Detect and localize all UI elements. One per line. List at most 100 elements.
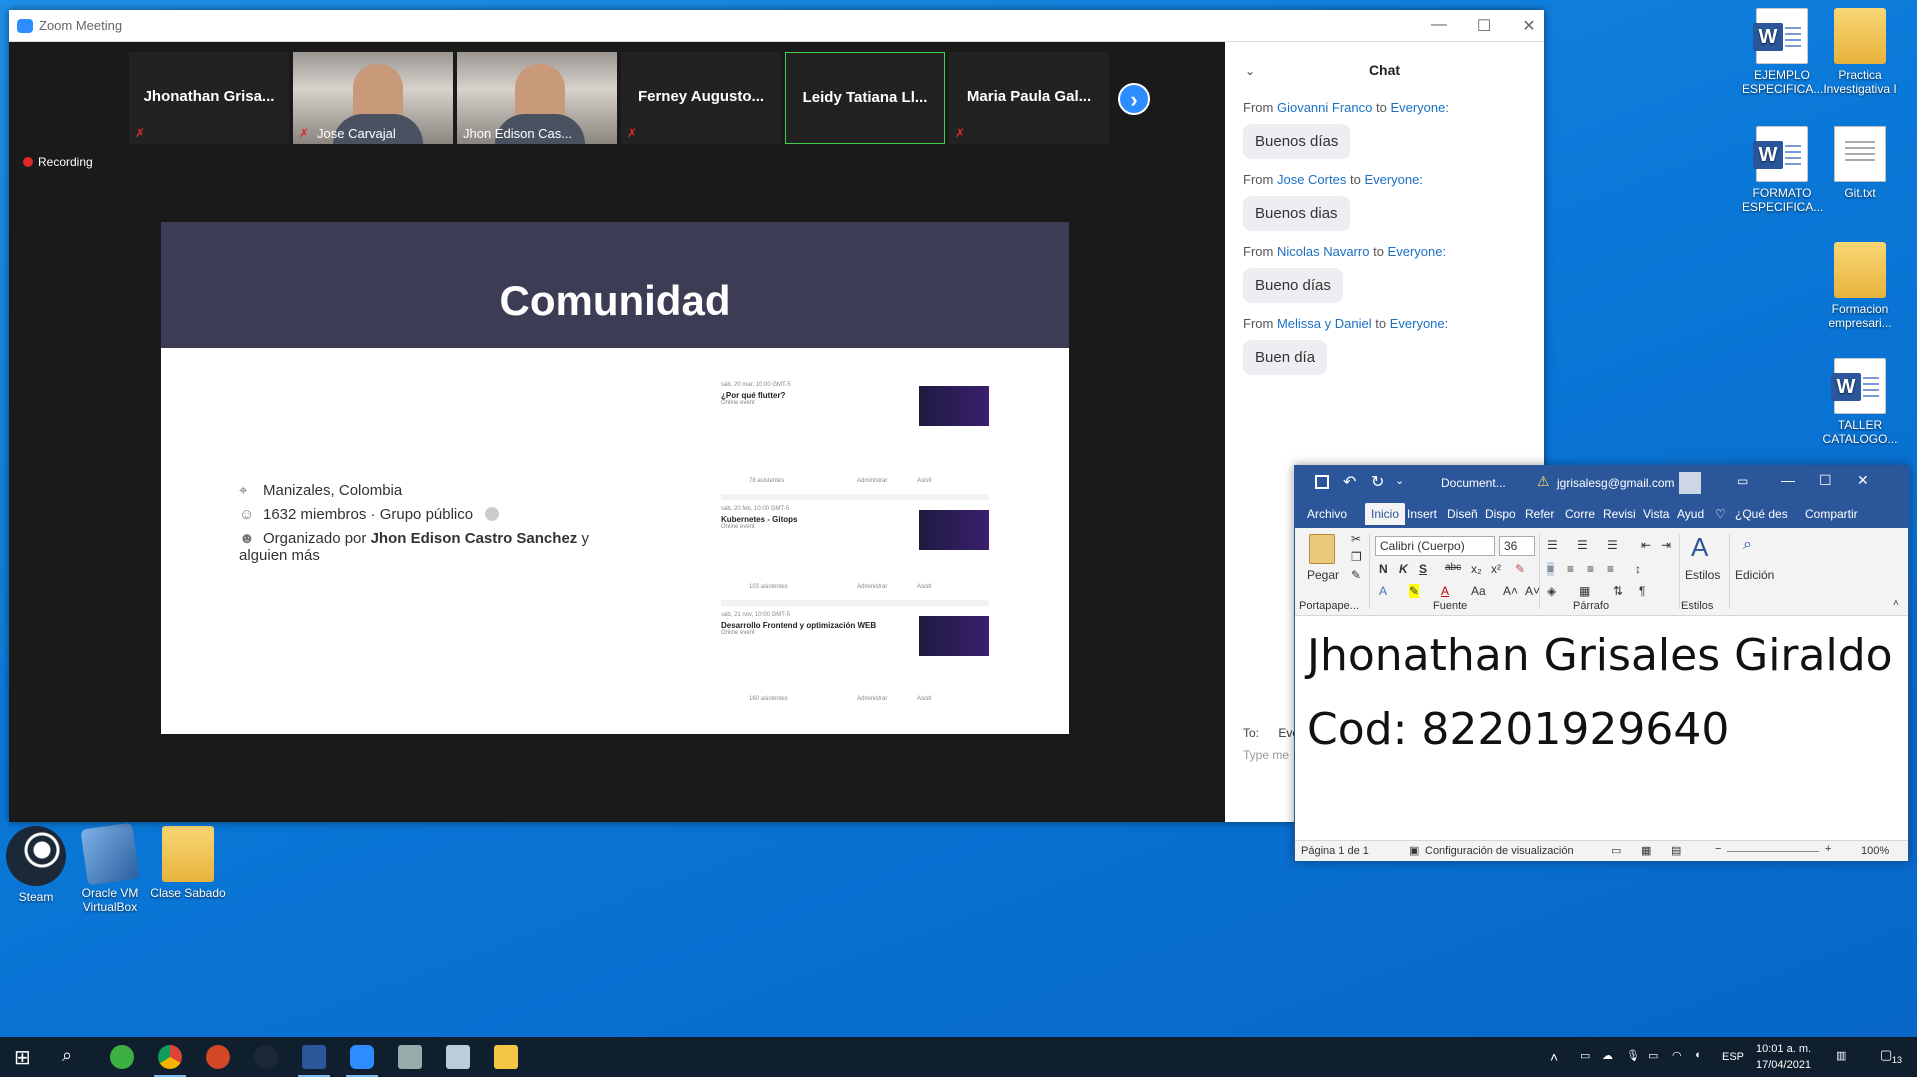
styles-icon[interactable]: A [1691,532,1708,563]
desktop-icon-steam[interactable]: Steam [0,826,76,904]
tab-vista[interactable]: Vista [1643,507,1669,521]
microphone-icon[interactable]: 🎙 [1626,1049,1640,1062]
align-center-icon[interactable]: ≡ [1567,562,1574,576]
bold-button[interactable]: N [1379,562,1388,576]
recipient-name[interactable]: Everyone: [1390,316,1449,331]
align-left-icon[interactable]: ≡ [1547,562,1555,576]
font-color-icon[interactable]: A [1441,584,1449,598]
strikethrough-button[interactable]: abc [1445,562,1461,573]
network-icon[interactable]: ▭ [1580,1049,1590,1062]
sender-name[interactable]: Melissa y Daniel [1277,316,1372,331]
sender-name[interactable]: Jose Cortes [1277,172,1346,187]
customize-qat-icon[interactable]: ⌄ [1395,474,1404,487]
show-hidden-icons[interactable]: ˄ [1550,1049,1558,1065]
tab-insertar[interactable]: Insert [1407,507,1437,521]
font-size-select[interactable]: 36 [1499,536,1535,556]
close-icon[interactable]: ✕ [1857,472,1869,489]
save-icon[interactable] [1315,475,1329,489]
borders-icon[interactable]: ▦ [1579,584,1590,598]
shrink-font-icon[interactable]: A˅ [1525,584,1540,598]
editing-button[interactable]: Edición [1735,568,1774,582]
minimize-icon[interactable]: — [1429,16,1449,34]
sender-name[interactable]: Giovanni Franco [1277,100,1372,115]
highlight-icon[interactable]: ✎ [1409,584,1420,598]
desktop-icon-git[interactable]: Git.txt [1820,126,1900,200]
zoom-out-icon[interactable]: − [1715,843,1721,855]
participant-tile[interactable]: Maria Paula Gal... ✗ [949,52,1109,144]
desktop-icon-formato[interactable]: FORMATO ESPECIFICA... [1742,126,1823,214]
line-spacing-icon[interactable]: ↕ [1635,562,1641,576]
user-email[interactable]: jgrisalesg@gmail.com [1557,476,1675,490]
close-icon[interactable]: ✕ [1519,16,1539,36]
tell-me-input[interactable]: ¿Qué des [1735,507,1788,521]
tab-ayuda[interactable]: Ayud [1677,507,1704,521]
redo-icon[interactable]: ↻ [1371,472,1384,492]
participant-tile-active[interactable]: Leidy Tatiana Ll... [785,52,945,144]
read-mode-icon[interactable]: ▭ [1611,844,1621,857]
maximize-icon[interactable]: ☐ [1474,16,1494,36]
format-painter-icon[interactable]: ✎ [1351,568,1361,582]
notification-icon[interactable]: ▢ [1880,1047,1892,1063]
participant-tile[interactable]: ✗ Jose Carvajal [293,52,453,144]
start-button[interactable]: ⊞ [14,1045,31,1070]
avatar[interactable] [1679,472,1701,494]
font-name-select[interactable]: Calibri (Cuerpo) [1375,536,1495,556]
green-app-icon[interactable] [110,1045,134,1069]
bullets-icon[interactable]: ☰ [1547,538,1558,552]
language-indicator[interactable]: ESP [1722,1051,1744,1063]
tab-diseno[interactable]: Diseñ [1447,507,1478,521]
zoom-in-icon[interactable]: + [1825,843,1831,855]
battery-icon[interactable]: ▭ [1648,1049,1658,1062]
paste-icon[interactable] [1309,534,1335,564]
subscript-button[interactable]: x₂ [1471,562,1482,576]
change-case-icon[interactable]: Aa [1471,584,1486,598]
multilevel-list-icon[interactable]: ☰ [1607,538,1618,552]
sender-name[interactable]: Nicolas Navarro [1277,244,1369,259]
shading-icon[interactable]: ◈ [1547,584,1556,598]
next-page-button[interactable]: › [1118,83,1150,115]
cut-icon[interactable]: ✂ [1351,532,1361,546]
ribbon-display-icon[interactable]: ▭ [1737,474,1748,488]
tab-disposicion[interactable]: Dispo [1485,507,1516,521]
chat-input[interactable]: Type me [1243,748,1289,762]
page-count[interactable]: Página 1 de 1 [1301,845,1369,857]
share-button[interactable]: Compartir [1805,507,1858,521]
chrome-icon[interactable] [154,1045,186,1077]
paint-icon[interactable] [446,1045,470,1069]
increase-indent-icon[interactable]: ⇥ [1661,538,1671,552]
clock-time[interactable]: 10:01 a. m. [1756,1043,1811,1055]
paste-button[interactable]: Pegar [1307,568,1339,582]
web-layout-icon[interactable]: ▤ [1671,844,1681,857]
text-effects-icon[interactable]: A [1379,584,1387,598]
show-marks-icon[interactable]: ¶ [1639,584,1645,598]
desktop-icon-taller[interactable]: TALLER CATALOGO... [1820,358,1900,446]
print-layout-icon[interactable]: ▦ [1641,844,1651,857]
tab-revisar[interactable]: Revisi [1603,507,1636,521]
volume-icon[interactable]: ◖ [1694,1049,1701,1061]
styles-button[interactable]: Estilos [1685,568,1720,582]
powerpoint-icon[interactable] [206,1045,230,1069]
search-icon[interactable]: ⌕ [62,1045,72,1066]
search-icon[interactable]: ⌕ [1743,536,1752,554]
maximize-icon[interactable]: ☐ [1819,472,1832,489]
underline-button[interactable]: S [1419,562,1427,576]
cloud-icon[interactable]: ☁ [1602,1049,1613,1062]
recipient-name[interactable]: Everyone: [1390,100,1449,115]
document-area[interactable]: Jhonathan Grisales Giraldo Cod: 82201929… [1295,616,1908,836]
sort-icon[interactable]: ⇅ [1613,584,1623,598]
participant-tile[interactable]: Jhonathan Grisa... ✗ [129,52,289,144]
steam-icon[interactable] [254,1045,278,1069]
zoom-icon[interactable] [346,1045,378,1077]
tab-archivo[interactable]: Archivo [1307,507,1347,521]
justify-icon[interactable]: ≡ [1607,562,1614,576]
desktop-icon-formacion[interactable]: Formacion empresari... [1820,242,1900,330]
desktop-icon-virtualbox[interactable]: Oracle VM VirtualBox [70,822,150,914]
tab-correspondencia[interactable]: Corre [1565,507,1595,521]
clock-date[interactable]: 17/04/2021 [1756,1059,1811,1071]
app-icon[interactable] [398,1045,422,1069]
widget-icon[interactable]: ▥ [1836,1049,1846,1062]
desktop-icon-ejemplo[interactable]: EJEMPLO ESPECIFICA... [1742,8,1823,96]
file-explorer-icon[interactable] [494,1045,518,1069]
tab-inicio[interactable]: Inicio [1365,503,1406,525]
collapse-ribbon-icon[interactable]: ˄ [1893,598,1899,609]
